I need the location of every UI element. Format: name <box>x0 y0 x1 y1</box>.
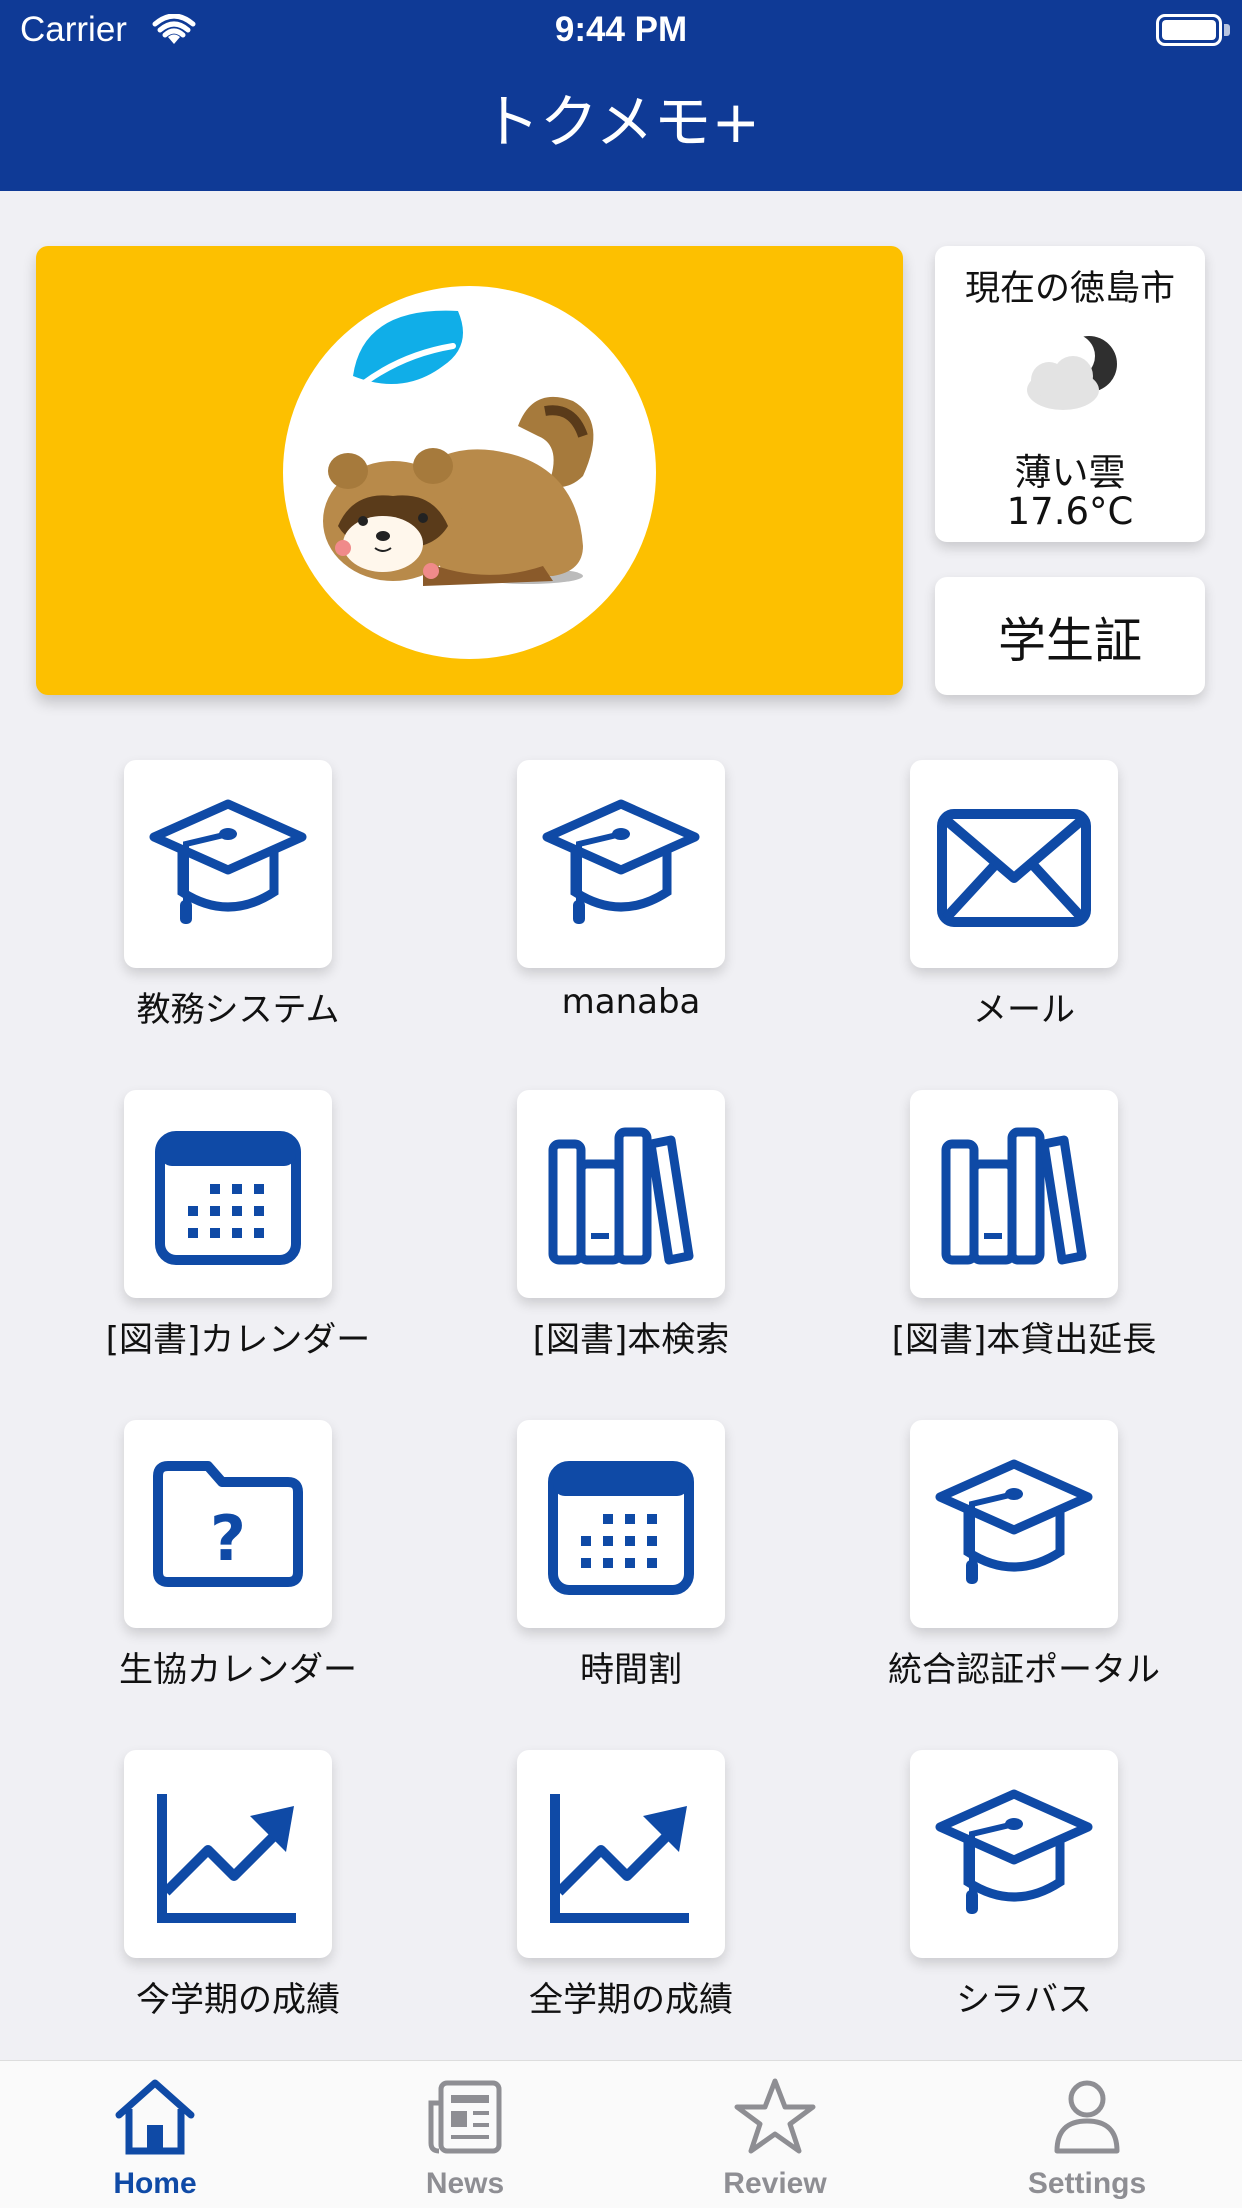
person-icon <box>1054 2080 1120 2154</box>
books-icon <box>941 1127 1087 1265</box>
grid-item-auth-portal[interactable]: 統合認証ポータル <box>827 1420 1160 1720</box>
tile[interactable] <box>910 1420 1118 1628</box>
navigation-header: Carrier 9:44 PM トクメモ+ <box>0 0 1242 191</box>
envelope-icon <box>937 809 1091 927</box>
chart-up-icon <box>157 1794 296 1923</box>
graduation-cap-icon <box>149 799 307 924</box>
grid-item-library-calendar[interactable]: [図書]カレンダー <box>41 1090 370 1390</box>
grid-label: 教務システム <box>136 990 340 1030</box>
svg-text:?: ? <box>210 1502 246 1575</box>
calendar-icon <box>155 1131 301 1265</box>
tab-label: News <box>425 2167 505 2200</box>
grid-label: manaba <box>561 982 701 1022</box>
newspaper-icon <box>428 2080 502 2154</box>
books-icon <box>548 1127 694 1265</box>
tile[interactable] <box>517 760 725 968</box>
grid-item-current-grades[interactable]: 今学期の成績 <box>41 1750 341 2050</box>
grid-label: [図書]カレンダー <box>105 1320 371 1360</box>
grid-label: 今学期の成績 <box>136 1980 340 2020</box>
grid-item-manaba[interactable]: manaba <box>434 760 734 1060</box>
grid-item-timetable[interactable]: 時間割 <box>434 1420 734 1720</box>
tab-label: Home <box>113 2167 197 2200</box>
tile[interactable] <box>124 760 332 968</box>
status-time: 9:44 PM <box>554 10 688 49</box>
mascot-banner[interactable] <box>36 246 903 695</box>
folder-question-icon: ? <box>153 1461 303 1587</box>
graduation-cap-icon <box>935 1789 1093 1914</box>
weather-card: 現在の徳島市 薄い雲 17.6°C <box>935 246 1205 542</box>
grid-label: 生協カレンダー <box>119 1650 357 1690</box>
grid-item-syllabus[interactable]: シラバス <box>827 1750 1127 2050</box>
student-id-button[interactable]: 学生証 <box>935 577 1205 695</box>
tile[interactable] <box>910 760 1118 968</box>
status-bar: Carrier 9:44 PM <box>0 0 1242 64</box>
mascot-logo <box>283 286 656 659</box>
grid-label: [図書]本貸出延長 <box>891 1320 1157 1360</box>
tile[interactable] <box>124 1090 332 1298</box>
weather-city: 現在の徳島市 <box>964 269 1175 309</box>
weather-description: 薄い雲 <box>1014 451 1126 494</box>
student-id-label: 学生証 <box>997 613 1142 669</box>
battery-icon <box>1156 14 1222 46</box>
home-icon <box>115 2079 195 2155</box>
page-title: トクメモ+ <box>481 88 761 156</box>
tile[interactable] <box>910 1090 1118 1298</box>
tab-review[interactable]: Review <box>620 2061 930 2208</box>
grid-item-mail[interactable]: メール <box>827 760 1127 1060</box>
tile[interactable] <box>910 1750 1118 1958</box>
grid-item-library-renewal[interactable]: [図書]本貸出延長 <box>827 1090 1156 1390</box>
tile[interactable] <box>124 1750 332 1958</box>
grid-label: メール <box>973 990 1075 1030</box>
graduation-cap-icon <box>935 1459 1093 1584</box>
grid-label: [図書]本検索 <box>532 1320 730 1360</box>
star-icon <box>734 2078 816 2154</box>
tile[interactable] <box>517 1420 725 1628</box>
grid-item-all-grades[interactable]: 全学期の成績 <box>434 1750 734 2050</box>
partly-cloudy-night-icon <box>1027 334 1117 410</box>
grid-label: 全学期の成績 <box>529 1980 733 2020</box>
raccoon-dog-mascot-icon <box>323 310 594 586</box>
tile[interactable] <box>517 1090 725 1298</box>
grid-label: シラバス <box>956 1980 1092 2020</box>
grid-item-coop-calendar[interactable]: ? 生協カレンダー <box>41 1420 357 1720</box>
battery-cap <box>1224 24 1230 36</box>
tab-label: Review <box>723 2167 827 2200</box>
grid-item-library-search[interactable]: [図書]本検索 <box>434 1090 734 1390</box>
tab-bar: Home News Review Settings <box>0 2060 1242 2208</box>
graduation-cap-icon <box>542 799 700 924</box>
grid-item-academic-system[interactable]: 教務システム <box>41 760 341 1060</box>
tab-settings[interactable]: Settings <box>932 2061 1242 2208</box>
grid-label: 統合認証ポータル <box>888 1650 1160 1690</box>
tab-news[interactable]: News <box>310 2061 620 2208</box>
chart-up-icon <box>550 1794 689 1923</box>
tab-home[interactable]: Home <box>0 2061 310 2208</box>
tab-label: Settings <box>1027 2167 1147 2200</box>
calendar-icon <box>548 1461 694 1595</box>
tile[interactable]: ? <box>124 1420 332 1628</box>
tile[interactable] <box>517 1750 725 1958</box>
weather-temperature: 17.6°C <box>1006 490 1134 533</box>
grid-label: 時間割 <box>580 1650 682 1690</box>
